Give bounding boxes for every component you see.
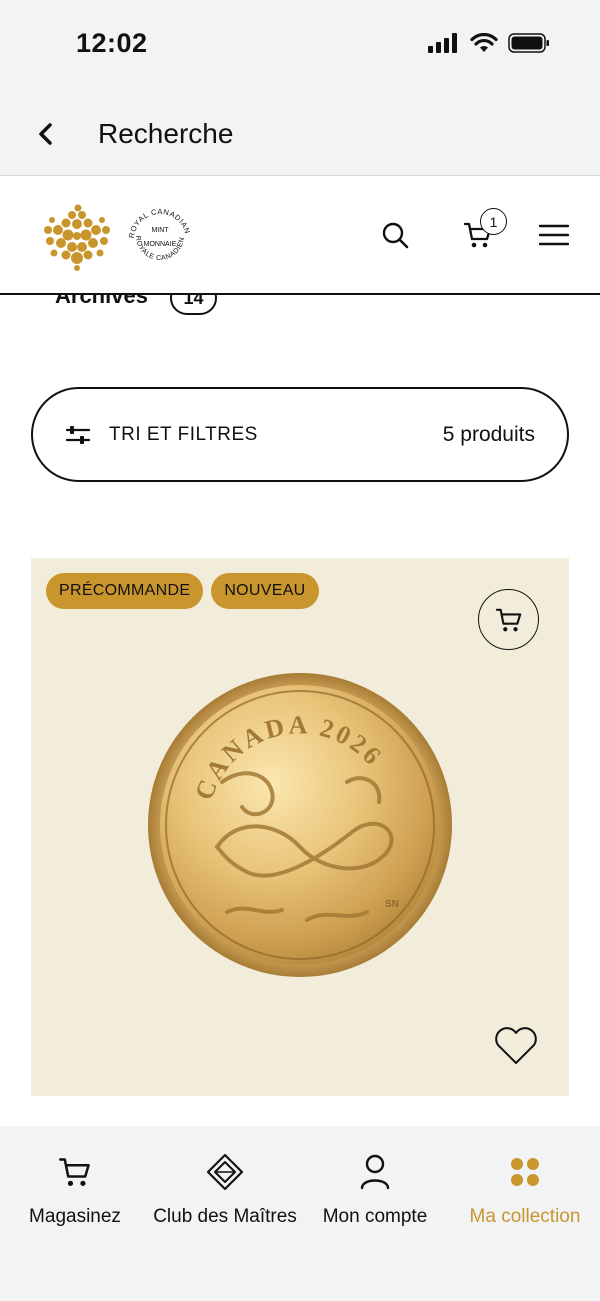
filter-sliders-icon	[65, 426, 91, 444]
svg-text:ROYAL CANADIAN: ROYAL CANADIAN	[127, 207, 192, 239]
search-button[interactable]	[378, 218, 412, 252]
status-icons	[428, 33, 550, 53]
nav-header: Recherche	[0, 90, 600, 176]
menu-button[interactable]	[538, 218, 570, 252]
tab-label: Ma collection	[469, 1206, 581, 1227]
cart-icon	[59, 1158, 90, 1186]
hamburger-icon	[539, 224, 569, 246]
cart-icon	[495, 608, 521, 631]
preorder-badge: PRÉCOMMANDE	[46, 573, 204, 609]
wifi-icon	[470, 33, 498, 52]
tab-mon-compte[interactable]: Mon compte	[300, 1154, 450, 1228]
svg-text:SN: SN	[385, 899, 399, 910]
sort-filter-button[interactable]: TRI ET FILTRES 5 produits	[31, 387, 569, 482]
status-bar: 12:02	[0, 0, 600, 90]
nav-title: Recherche	[98, 118, 234, 149]
tab-ma-collection[interactable]: Ma collection	[450, 1154, 600, 1228]
product-card[interactable]: PRÉCOMMANDE NOUVEAU CANADA 2026 SN	[31, 558, 569, 1096]
person-icon	[360, 1154, 390, 1190]
archives-heading: Archives 14	[0, 295, 600, 325]
tab-label: Club des Maîtres	[153, 1206, 297, 1227]
heart-icon	[495, 1027, 537, 1064]
grid-dots-icon	[511, 1158, 539, 1186]
svg-text:MINT: MINT	[151, 227, 169, 234]
filter-label: TRI ET FILTRES	[109, 424, 258, 445]
archives-count-badge: 14	[170, 295, 217, 315]
diamond-icon	[206, 1153, 244, 1191]
add-to-cart-button[interactable]	[478, 589, 539, 650]
chevron-left-icon	[39, 123, 52, 145]
royal-canadian-mint-logo[interactable]: ROYAL CANADIAN MINT MONNAIE ROYALE CANAD…	[42, 202, 202, 272]
product-count: 5 produits	[442, 423, 535, 446]
search-icon	[382, 222, 409, 249]
back-button[interactable]	[30, 116, 60, 152]
archives-label: Archives	[55, 295, 148, 308]
bottom-tab-bar: Magasinez Club des Maîtres Mon compte Ma…	[0, 1126, 600, 1301]
tab-label: Magasinez	[29, 1206, 121, 1227]
status-time: 12:02	[76, 28, 148, 58]
svg-text:MONNAIE: MONNAIE	[144, 241, 177, 248]
cart-count-badge: 1	[480, 208, 507, 235]
favorite-button[interactable]	[493, 1026, 539, 1066]
coin-image[interactable]: CANADA 2026 SN	[147, 672, 453, 978]
tab-label: Mon compte	[322, 1206, 428, 1227]
site-header: ROYAL CANADIAN MINT MONNAIE ROYALE CANAD…	[0, 176, 600, 295]
tab-magasinez[interactable]: Magasinez	[0, 1154, 150, 1228]
tab-club-des-maitres[interactable]: Club des Maîtres	[150, 1153, 300, 1228]
signal-icon	[428, 33, 457, 53]
product-badges: PRÉCOMMANDE NOUVEAU	[46, 573, 319, 609]
battery-icon	[508, 33, 549, 53]
new-badge: NOUVEAU	[211, 573, 319, 609]
